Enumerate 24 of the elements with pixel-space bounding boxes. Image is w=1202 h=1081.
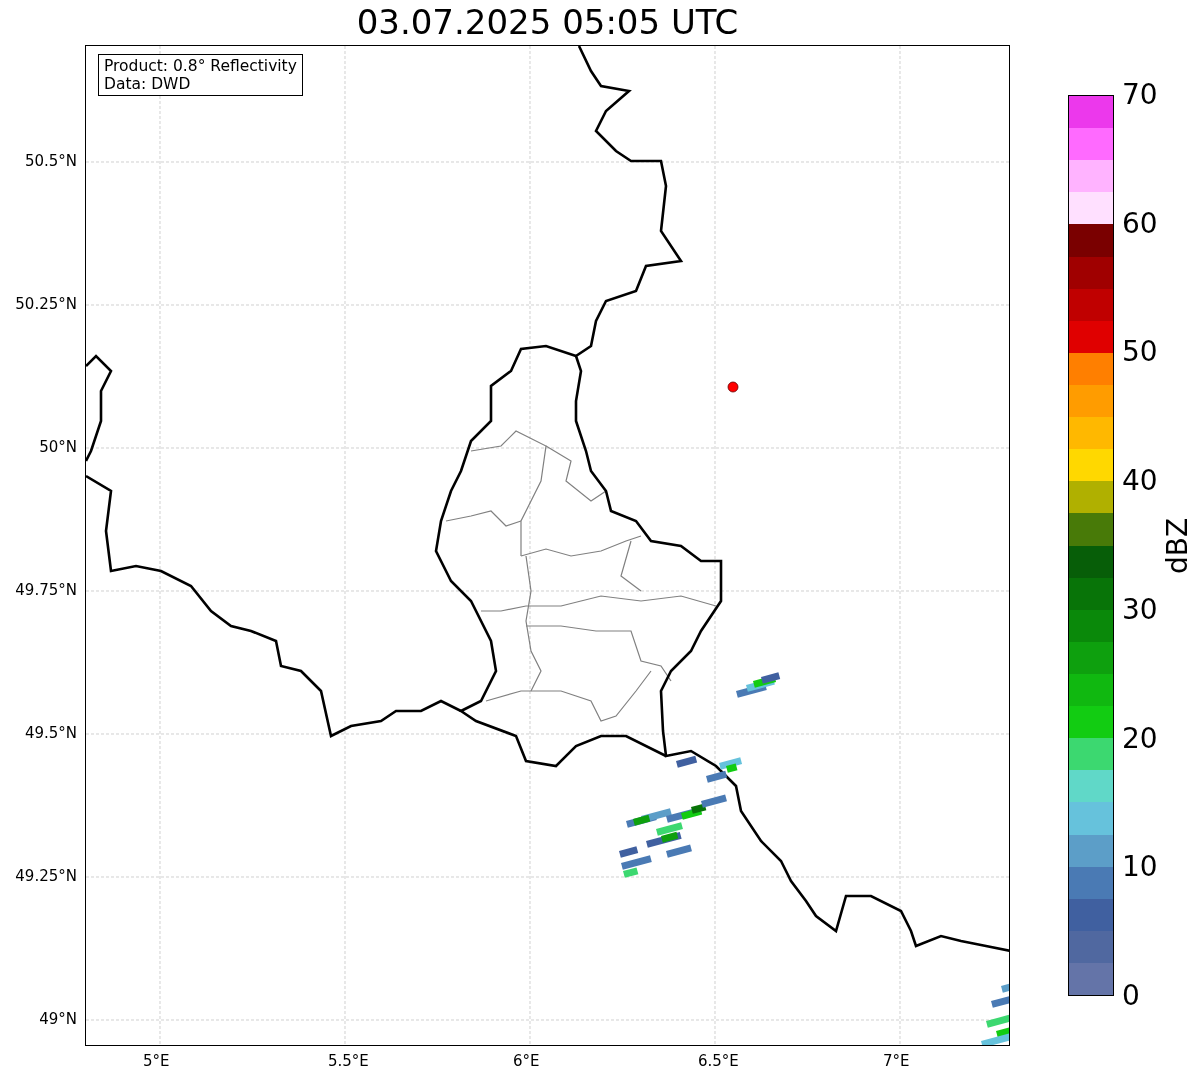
info-text: Data: DWD <box>104 75 192 93</box>
longitude-tick-label: 5.5°E <box>328 1052 369 1070</box>
longitude-tick-label: 7°E <box>883 1052 910 1070</box>
colorbar-label: dBZ <box>1163 517 1194 575</box>
colorbar-tick-label: 60 <box>1122 209 1158 238</box>
latitude-tick-label: 49.25°N <box>15 867 77 885</box>
colorbar-tick-label: 0 <box>1122 982 1140 1010</box>
latitude-tick-label: 50.5°N <box>24 152 77 170</box>
colorbar-tick-label: 70 <box>1122 81 1158 109</box>
latitude-tick-label: 50.25°N <box>15 295 77 313</box>
latitude-tick-label: 50°N <box>39 438 77 456</box>
longitude-tick-label: 6°E <box>513 1052 540 1070</box>
latitude-tick-label: 49°N <box>39 1010 77 1028</box>
colorbar-tick-label: 10 <box>1122 853 1158 882</box>
colorbar-tick-label: 30 <box>1122 595 1158 624</box>
colorbar-tick-label: 50 <box>1122 338 1158 367</box>
longitude-tick-label: 5°E <box>143 1052 170 1070</box>
chart-title: 03.07.2025 05:05 UTC <box>355 1 740 44</box>
longitude-tick-label: 6.5°E <box>698 1052 739 1070</box>
latitude-tick-label: 49.75°N <box>15 581 77 599</box>
info-text: Product: 0.8° Reflectivity <box>104 57 297 75</box>
latitude-tick-label: 49.5°N <box>24 724 77 742</box>
colorbar-tick-label: 40 <box>1122 467 1158 496</box>
colorbar-tick-label: 20 <box>1122 724 1158 753</box>
